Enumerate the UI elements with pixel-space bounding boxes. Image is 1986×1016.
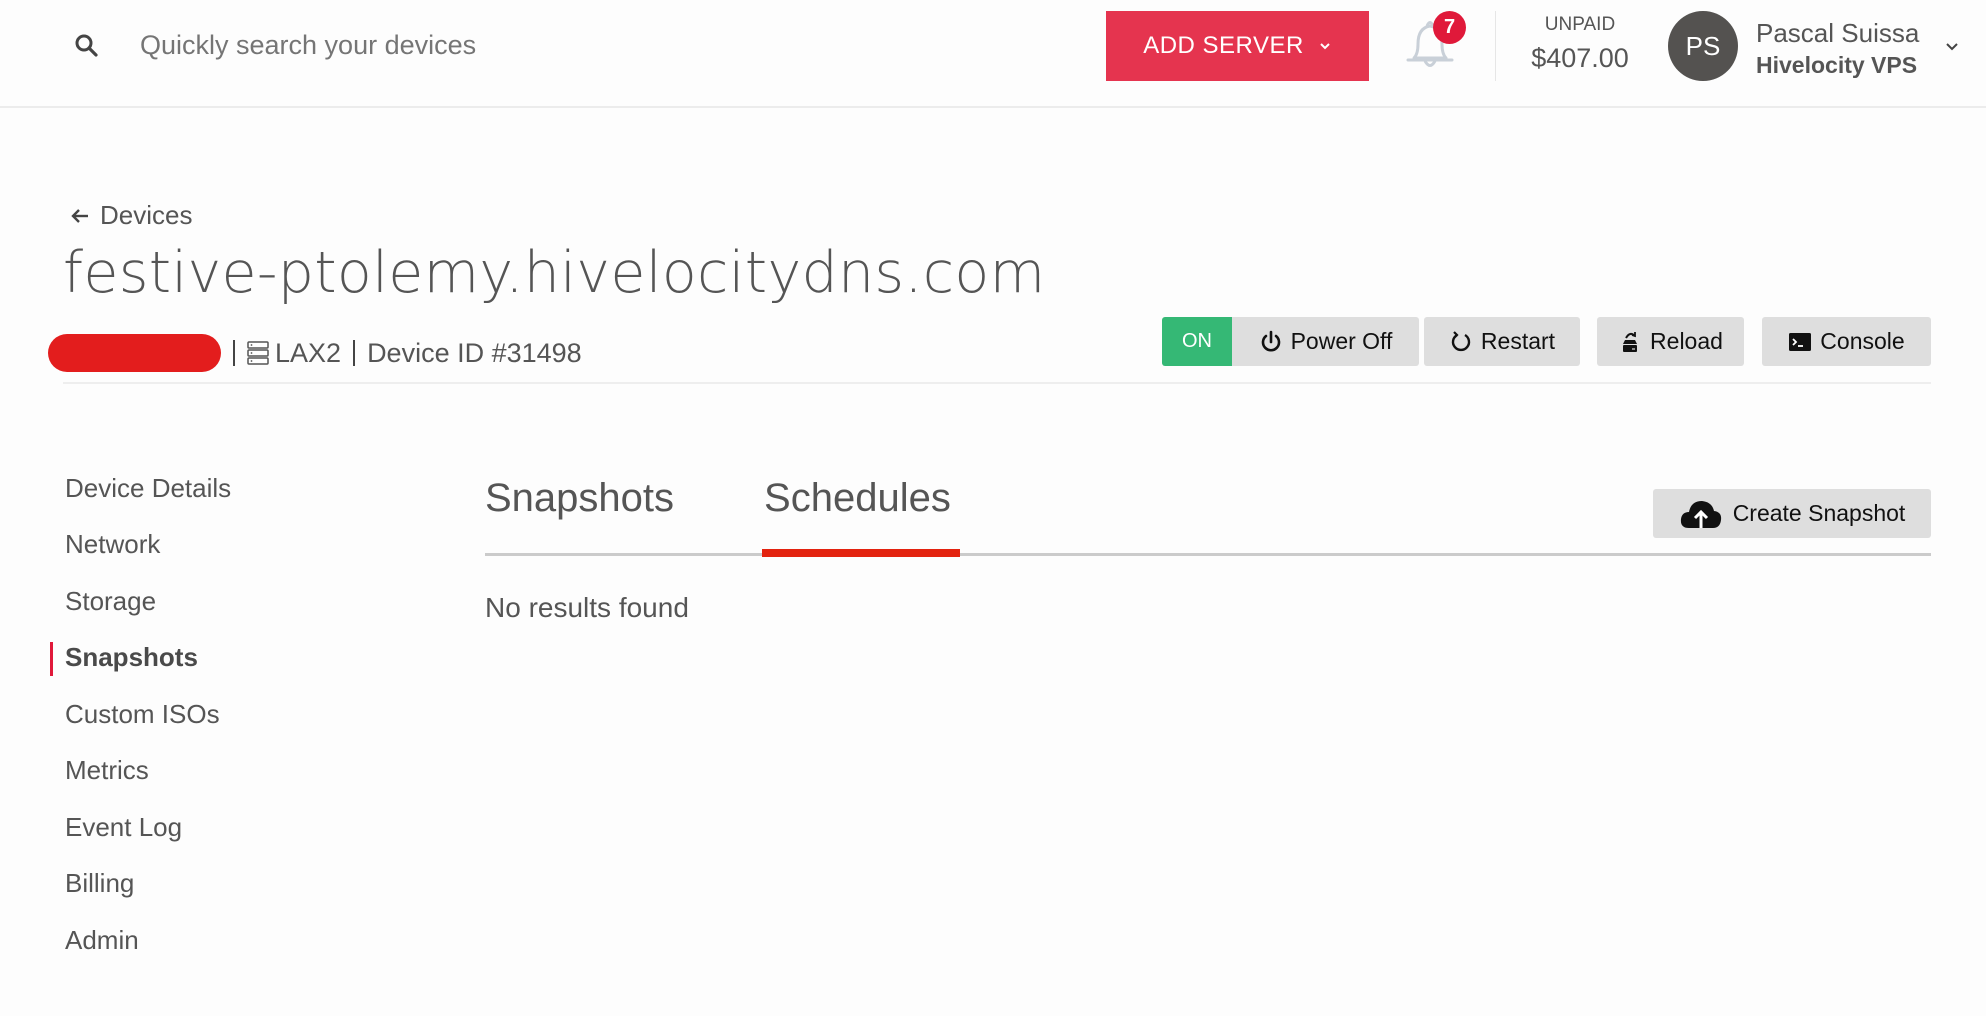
- power-off-label: Power Off: [1290, 328, 1393, 354]
- header-divider: [1495, 11, 1496, 81]
- tab-snapshots[interactable]: Snapshots: [485, 472, 674, 554]
- user-menu-chevron-icon[interactable]: [1943, 38, 1961, 56]
- tab-schedules[interactable]: Schedules: [764, 472, 951, 554]
- arrow-left-icon: [71, 208, 88, 223]
- create-snapshot-button[interactable]: Create Snapshot: [1653, 489, 1931, 538]
- sidebar-item-custom-isos[interactable]: Custom ISOs: [50, 686, 350, 743]
- device-search-input[interactable]: [140, 24, 840, 66]
- top-header: ADD SERVER 7 UNPAID $407.00 PS Pascal Su…: [0, 0, 1986, 108]
- reload-button[interactable]: Reload: [1597, 317, 1744, 366]
- search-icon[interactable]: [74, 33, 98, 57]
- snapshot-tabs: Snapshots Schedules: [485, 472, 951, 554]
- console-button[interactable]: Console: [1762, 317, 1931, 366]
- user-company[interactable]: Hivelocity VPS: [1756, 52, 1917, 79]
- back-link-label: Devices: [100, 200, 193, 230]
- sidebar-item-admin[interactable]: Admin: [50, 912, 350, 969]
- unpaid-amount[interactable]: $407.00: [1510, 43, 1650, 74]
- restart-button[interactable]: Restart: [1424, 317, 1580, 366]
- meta-separator: [353, 340, 356, 366]
- cloud-upload-icon: [1680, 500, 1721, 528]
- device-location: LAX2: [275, 337, 342, 368]
- chevron-down-icon: [1320, 43, 1330, 50]
- add-server-label: ADD SERVER: [1143, 32, 1304, 59]
- reload-os-icon: [1623, 331, 1638, 352]
- active-tab-indicator: [762, 549, 960, 557]
- meta-separator: [233, 340, 235, 366]
- tabs-baseline: [485, 553, 1931, 556]
- power-status-badge: ON: [1162, 317, 1232, 366]
- server-rack-icon: [247, 341, 269, 365]
- console-label: Console: [1820, 328, 1905, 354]
- sidebar-item-device-details[interactable]: Device Details: [50, 460, 350, 517]
- sidebar-item-storage[interactable]: Storage: [50, 573, 350, 630]
- redacted-ip: [48, 334, 221, 372]
- user-name[interactable]: Pascal Suissa: [1756, 18, 1919, 49]
- reload-label: Reload: [1650, 328, 1723, 354]
- user-avatar[interactable]: PS: [1668, 11, 1738, 81]
- power-off-button[interactable]: Power Off: [1232, 317, 1419, 366]
- title-divider: [63, 382, 1931, 384]
- sidebar-item-snapshots[interactable]: Snapshots: [50, 630, 350, 687]
- empty-results-message: No results found: [485, 592, 689, 623]
- device-id: Device ID #31498: [367, 337, 582, 368]
- add-server-button[interactable]: ADD SERVER: [1106, 11, 1369, 81]
- device-sidebar-nav: Device Details Network Storage Snapshots…: [50, 460, 350, 969]
- back-to-devices-link[interactable]: Devices: [70, 200, 192, 231]
- create-snapshot-label: Create Snapshot: [1732, 500, 1906, 526]
- device-hostname-title: festive-ptolemy.hivelocitydns.com: [63, 240, 1046, 306]
- notification-count-badge: 7: [1433, 11, 1466, 44]
- power-icon: [1261, 330, 1280, 351]
- terminal-icon: [1789, 332, 1812, 351]
- sidebar-item-metrics[interactable]: Metrics: [50, 743, 350, 800]
- restart-label: Restart: [1480, 328, 1556, 354]
- restart-icon: [1451, 330, 1471, 351]
- sidebar-item-billing[interactable]: Billing: [50, 856, 350, 913]
- device-meta-row: LAX2 Device ID #31498: [48, 330, 582, 376]
- unpaid-label: UNPAID: [1544, 14, 1616, 35]
- sidebar-item-event-log[interactable]: Event Log: [50, 799, 350, 856]
- sidebar-item-network[interactable]: Network: [50, 517, 350, 574]
